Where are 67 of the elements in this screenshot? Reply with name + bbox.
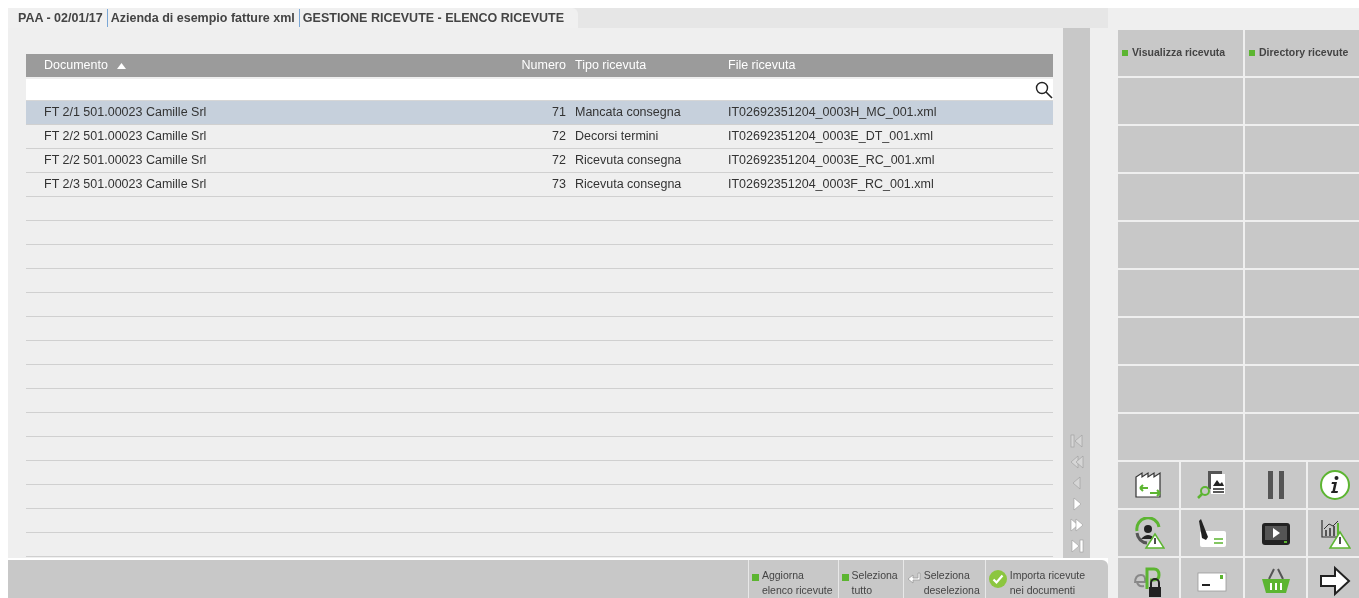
empty-button[interactable] [1118, 174, 1243, 220]
empty-button[interactable] [1245, 126, 1359, 172]
empty-button[interactable] [1118, 222, 1243, 268]
empty-button[interactable] [1118, 366, 1243, 412]
icon-button[interactable] [1245, 510, 1306, 556]
next-page-icon[interactable] [1068, 517, 1085, 533]
title-text: Azienda di esempio fatture xml [106, 8, 295, 28]
toolbar-button[interactable]: Importa ricevute nei documenti [984, 560, 1088, 598]
icon-button[interactable] [1118, 510, 1179, 556]
table-row[interactable]: FT 2/1 501.00023 Camille Srl 71 Mancata consegna IT02692351204_0003H_MC_001.xml [26, 101, 1053, 125]
table-cell: 72 [552, 153, 566, 168]
check-icon [988, 570, 1007, 588]
toolbar-button[interactable]: Aggiorna elenco ricevute [747, 560, 836, 598]
title-text: GESTIONE RICEVUTE - ELENCO RICEVUTE [298, 8, 564, 28]
chart-warning-icon [1319, 517, 1351, 549]
table-cell: FT 2/2 501.00023 Camille Srl [44, 129, 207, 144]
icon-button[interactable] [1308, 558, 1359, 598]
side-button[interactable]: Visualizza ricevuta [1118, 30, 1243, 76]
table-cell: Ricevuta consegna [575, 153, 682, 168]
document-search-icon [1196, 469, 1228, 501]
enter-icon [906, 572, 921, 584]
search-field[interactable] [26, 79, 1053, 101]
square-icon [751, 574, 759, 581]
arrow-right-icon [1319, 565, 1351, 597]
table-row[interactable]: FT 2/3 501.00023 Camille Srl 73 Ricevuta consegna IT02692351204_0003F_RC_001.xml [26, 173, 1053, 197]
table-cell: Decorsi termini [575, 129, 659, 144]
table-cell: FT 2/3 501.00023 Camille Srl [44, 177, 207, 192]
icon-button[interactable] [1118, 558, 1179, 598]
empty-button[interactable] [1245, 318, 1359, 364]
table-cell: IT02692351204_0003E_DT_001.xml [728, 129, 933, 144]
icon-button[interactable] [1181, 510, 1243, 556]
table-cell: IT02692351204_0003E_RC_001.xml [728, 153, 935, 168]
table-cell: FT 2/2 501.00023 Camille Srl [44, 153, 207, 168]
table-cell: FT 2/1 501.00023 Camille Srl [44, 105, 207, 120]
empty-button[interactable] [1118, 270, 1243, 316]
scrollbar[interactable] [1063, 28, 1090, 558]
table-cell: IT02692351204_0003F_RC_001.xml [728, 177, 934, 192]
pen-card-icon [1196, 517, 1228, 549]
toolbar-button[interactable]: Seleziona tutto [837, 560, 901, 598]
table-row[interactable]: FT 2/2 501.00023 Camille Srl 72 Ricevuta consegna IT02692351204_0003E_RC_001.xml [26, 149, 1053, 173]
toolbar-button[interactable]: Seleziona deseleziona [902, 560, 983, 598]
empty-button[interactable] [1245, 270, 1359, 316]
square-icon [841, 574, 849, 581]
table-cell: IT02692351204_0003H_MC_001.xml [728, 105, 937, 120]
side-button[interactable]: Directory ricevute [1245, 30, 1359, 76]
title-text: PAA - 02/01/17 [18, 9, 103, 27]
square-icon [1122, 50, 1128, 56]
empty-button[interactable] [1118, 126, 1243, 172]
table-cell: 71 [552, 105, 566, 120]
square-icon [1249, 50, 1255, 56]
info-icon [1319, 469, 1351, 501]
empty-button[interactable] [1245, 222, 1359, 268]
table-cell: Ricevuta consegna [575, 177, 682, 192]
table-cell: Mancata consegna [575, 105, 681, 120]
search-icon [1035, 80, 1053, 99]
icon-button[interactable] [1308, 510, 1359, 556]
icon-button[interactable] [1181, 462, 1243, 508]
table-row[interactable]: FT 2/2 501.00023 Camille Srl 72 Decorsi termini IT02692351204_0003E_DT_001.xml [26, 125, 1053, 149]
empty-button[interactable] [1245, 366, 1359, 412]
table-cell: 72 [552, 129, 566, 144]
empty-button[interactable] [1245, 78, 1359, 124]
empty-button[interactable] [1118, 318, 1243, 364]
empty-button[interactable] [1118, 78, 1243, 124]
last-icon[interactable] [1068, 538, 1085, 554]
user-warning-icon [1132, 517, 1165, 549]
table-cell: 73 [552, 177, 566, 192]
empty-button[interactable] [1245, 174, 1359, 220]
